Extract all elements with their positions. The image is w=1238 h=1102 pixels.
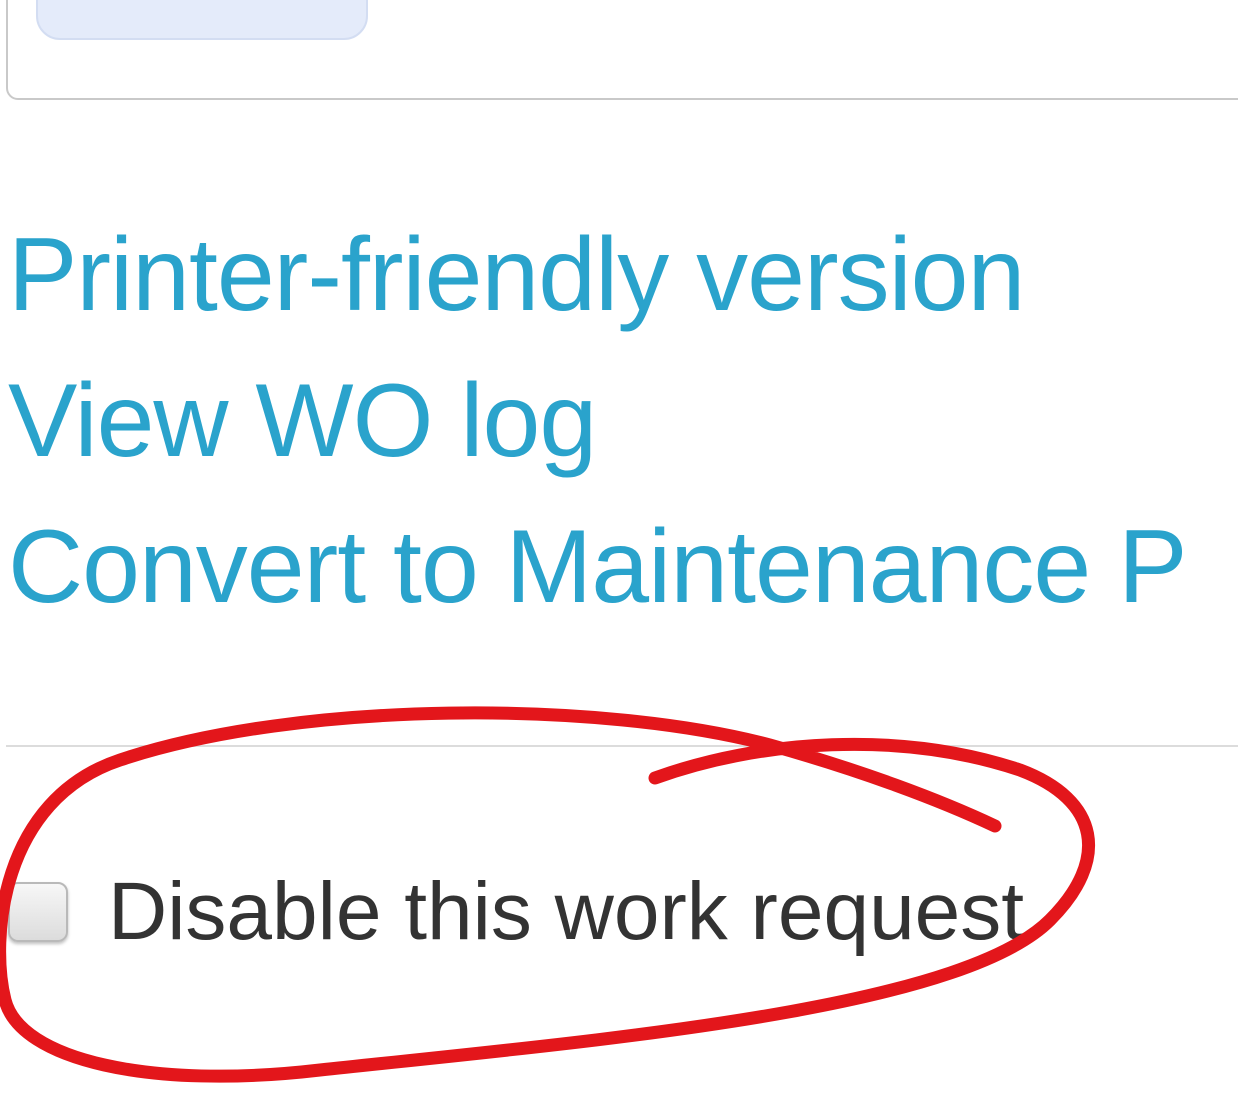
disable-label: Disable this work request [108,866,1025,957]
view-wo-log-link[interactable]: View WO log [8,348,1238,494]
convert-to-maintenance-link[interactable]: Convert to Maintenance P [8,494,1238,640]
action-links: Printer-friendly version View WO log Con… [8,202,1238,640]
disable-checkbox[interactable] [8,882,68,942]
section-divider [6,745,1238,747]
panel-button[interactable] [36,0,368,40]
disable-work-request-row[interactable]: Disable this work request [8,862,1024,962]
printer-friendly-link[interactable]: Printer-friendly version [8,202,1238,348]
